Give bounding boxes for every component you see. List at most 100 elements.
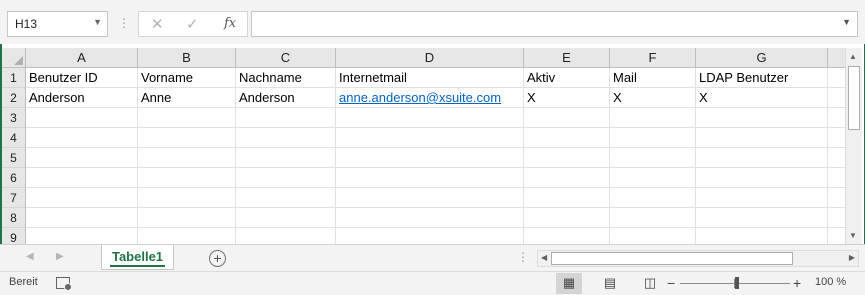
column-header-a[interactable]: A: [26, 48, 138, 68]
cell-c7[interactable]: [236, 188, 336, 208]
cell-b7[interactable]: [138, 188, 236, 208]
cell-f7[interactable]: [610, 188, 696, 208]
cell-g2[interactable]: X: [696, 88, 828, 108]
cell-a7[interactable]: [26, 188, 138, 208]
cell-h7[interactable]: [828, 188, 845, 208]
cell-c2[interactable]: Anderson: [236, 88, 336, 108]
cell-g9[interactable]: [696, 228, 828, 244]
cell-h9[interactable]: [828, 228, 845, 244]
cancel-icon[interactable]: ✕: [151, 15, 164, 33]
column-header-e[interactable]: E: [524, 48, 610, 68]
cell-c8[interactable]: [236, 208, 336, 228]
cell-f9[interactable]: [610, 228, 696, 244]
cell-c5[interactable]: [236, 148, 336, 168]
cell-d8[interactable]: [336, 208, 524, 228]
name-box[interactable]: H13 ▼: [7, 11, 108, 37]
expand-formula-bar-icon[interactable]: ▼: [842, 17, 851, 27]
cell-f3[interactable]: [610, 108, 696, 128]
cell-d7[interactable]: [336, 188, 524, 208]
cell-g4[interactable]: [696, 128, 828, 148]
tab-splitter[interactable]: ⋮: [517, 250, 529, 264]
cell-h1[interactable]: [828, 68, 845, 88]
cell-g6[interactable]: [696, 168, 828, 188]
cell-h8[interactable]: [828, 208, 845, 228]
cell-a2[interactable]: Anderson: [26, 88, 138, 108]
cell-a4[interactable]: [26, 128, 138, 148]
column-header-g[interactable]: G: [696, 48, 828, 68]
cell-a9[interactable]: [26, 228, 138, 244]
vertical-scroll-thumb[interactable]: [848, 66, 860, 130]
cell-e5[interactable]: [524, 148, 610, 168]
zoom-in-button[interactable]: +: [793, 275, 801, 291]
cell-h6[interactable]: [828, 168, 845, 188]
cell-d3[interactable]: [336, 108, 524, 128]
cell-b5[interactable]: [138, 148, 236, 168]
page-layout-view-icon[interactable]: ▤: [597, 273, 623, 294]
row-header-5[interactable]: 5: [2, 148, 26, 168]
cell-g1[interactable]: LDAP Benutzer: [696, 68, 828, 88]
cell-c1[interactable]: Nachname: [236, 68, 336, 88]
row-header-8[interactable]: 8: [2, 208, 26, 228]
row-header-2[interactable]: 2: [2, 88, 26, 108]
formula-bar-splitter[interactable]: ⋮: [118, 16, 130, 30]
cell-f2[interactable]: X: [610, 88, 696, 108]
cell-e8[interactable]: [524, 208, 610, 228]
cell-a3[interactable]: [26, 108, 138, 128]
horizontal-scroll-thumb[interactable]: [551, 252, 793, 265]
cell-h3[interactable]: [828, 108, 845, 128]
cell-b6[interactable]: [138, 168, 236, 188]
scroll-right-icon[interactable]: ▶: [849, 253, 855, 262]
row-header-3[interactable]: 3: [2, 108, 26, 128]
cell-e4[interactable]: [524, 128, 610, 148]
cell-d5[interactable]: [336, 148, 524, 168]
normal-view-icon[interactable]: ▦: [556, 273, 582, 294]
cell-f6[interactable]: [610, 168, 696, 188]
sheet-tab-tabelle1[interactable]: Tabelle1: [101, 245, 174, 270]
cell-b3[interactable]: [138, 108, 236, 128]
column-header-f[interactable]: F: [610, 48, 696, 68]
row-header-6[interactable]: 6: [2, 168, 26, 188]
next-sheet-icon[interactable]: ▶: [56, 251, 64, 262]
cell-b8[interactable]: [138, 208, 236, 228]
cell-h5[interactable]: [828, 148, 845, 168]
scroll-down-icon[interactable]: ▼: [849, 231, 857, 240]
row-header-7[interactable]: 7: [2, 188, 26, 208]
cell-e9[interactable]: [524, 228, 610, 244]
cell-d1[interactable]: Internetmail: [336, 68, 524, 88]
cell-f4[interactable]: [610, 128, 696, 148]
cell-a1[interactable]: Benutzer ID: [26, 68, 138, 88]
cell-h4[interactable]: [828, 128, 845, 148]
cell-b1[interactable]: Vorname: [138, 68, 236, 88]
formula-input[interactable]: ▼: [251, 11, 858, 37]
zoom-level[interactable]: 100 %: [815, 276, 846, 288]
cell-c9[interactable]: [236, 228, 336, 244]
cell-b4[interactable]: [138, 128, 236, 148]
cell-e7[interactable]: [524, 188, 610, 208]
function-icon[interactable]: fx: [224, 16, 236, 31]
vertical-scrollbar[interactable]: ▲ ▼: [845, 48, 862, 244]
cell-d9[interactable]: [336, 228, 524, 244]
cell-h2[interactable]: [828, 88, 845, 108]
row-header-1[interactable]: 1: [2, 68, 26, 88]
previous-sheet-icon[interactable]: ◀: [26, 251, 34, 262]
cell-c4[interactable]: [236, 128, 336, 148]
cell-f8[interactable]: [610, 208, 696, 228]
dropdown-arrow-icon[interactable]: ▼: [93, 17, 102, 27]
cell-g7[interactable]: [696, 188, 828, 208]
cell-a8[interactable]: [26, 208, 138, 228]
cell-c6[interactable]: [236, 168, 336, 188]
row-header-4[interactable]: 4: [2, 128, 26, 148]
cell-a6[interactable]: [26, 168, 138, 188]
cell-c3[interactable]: [236, 108, 336, 128]
cell-g3[interactable]: [696, 108, 828, 128]
cell-e3[interactable]: [524, 108, 610, 128]
scroll-up-icon[interactable]: ▲: [849, 52, 857, 61]
cell-f1[interactable]: Mail: [610, 68, 696, 88]
cell-g5[interactable]: [696, 148, 828, 168]
worksheet-grid[interactable]: A B C D E F G 1 2 3 4 5 6 7 8 9 Benutzer…: [2, 48, 845, 244]
scroll-left-icon[interactable]: ◀: [541, 253, 547, 262]
cell-e1[interactable]: Aktiv: [524, 68, 610, 88]
cell-d6[interactable]: [336, 168, 524, 188]
enter-icon[interactable]: ✓: [186, 15, 199, 33]
row-header-9[interactable]: 9: [2, 228, 26, 244]
